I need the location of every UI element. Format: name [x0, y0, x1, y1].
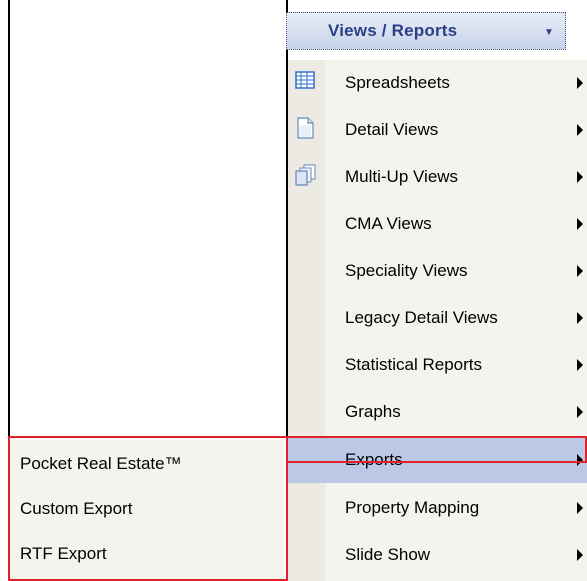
submenu-arrow-icon	[577, 312, 583, 324]
views-reports-menu: Spreadsheets Detail Views Multi-Up Views…	[288, 60, 587, 581]
submenu-arrow-icon	[577, 218, 583, 230]
submenu-arrow-icon	[577, 265, 583, 277]
menu-item-detail-views[interactable]: Detail Views	[288, 107, 587, 154]
menu-item-exports[interactable]: Exports	[288, 438, 587, 483]
menu-item-property-mapping[interactable]: Property Mapping	[288, 485, 587, 532]
submenu-item-label: RTF Export	[20, 544, 107, 563]
submenu-arrow-icon	[577, 124, 583, 136]
menu-item-multi-up-views[interactable]: Multi-Up Views	[288, 154, 587, 201]
menu-item-legacy-detail-views[interactable]: Legacy Detail Views	[288, 295, 587, 342]
dropdown-arrow-icon: ▼	[544, 27, 554, 38]
menu-item-label: Multi-Up Views	[345, 167, 459, 186]
menu-item-label: CMA Views	[345, 214, 432, 233]
menu-item-label: Legacy Detail Views	[345, 308, 498, 327]
menu-item-label: Exports	[345, 450, 403, 469]
spreadsheet-icon	[295, 70, 315, 92]
left-border	[8, 0, 10, 438]
document-icon	[295, 117, 315, 139]
submenu-arrow-icon	[577, 502, 583, 514]
stacked-documents-icon	[295, 164, 316, 186]
menu-item-label: Spreadsheets	[345, 73, 450, 92]
submenu-arrow-icon	[577, 77, 583, 89]
menu-item-speciality-views[interactable]: Speciality Views	[288, 248, 587, 295]
submenu-item-label: Custom Export	[20, 499, 133, 518]
submenu-item-rtf-export[interactable]: RTF Export	[10, 532, 284, 577]
menu-item-label: Detail Views	[345, 120, 439, 139]
submenu-item-pocket-real-estate[interactable]: Pocket Real Estate™	[10, 442, 284, 487]
exports-submenu: Pocket Real Estate™ Custom Export RTF Ex…	[10, 440, 284, 581]
submenu-arrow-icon	[577, 406, 583, 418]
menu-item-label: Property Mapping	[345, 498, 480, 517]
menu-item-graphs[interactable]: Graphs	[288, 389, 587, 436]
menu-item-label: Speciality Views	[345, 261, 468, 280]
menu-item-slide-show[interactable]: Slide Show	[288, 532, 587, 579]
screenshot-frame: Views / Reports ▼ Spreadsheets Detail Vi…	[0, 0, 587, 581]
submenu-arrow-icon	[577, 359, 583, 371]
submenu-arrow-icon	[577, 549, 583, 561]
menu-item-label: Graphs	[345, 402, 401, 421]
submenu-arrow-icon	[577, 171, 583, 183]
submenu-item-label: Pocket Real Estate™	[20, 454, 182, 473]
submenu-arrow-icon	[577, 454, 583, 466]
menu-item-label: Slide Show	[345, 545, 431, 564]
menu-item-label: Statistical Reports	[345, 355, 482, 374]
views-reports-label: Views / Reports	[328, 21, 458, 40]
views-reports-dropdown-button[interactable]: Views / Reports ▼	[286, 12, 566, 50]
menu-item-statistical-reports[interactable]: Statistical Reports	[288, 342, 587, 389]
submenu-item-custom-export[interactable]: Custom Export	[10, 487, 284, 532]
menu-item-cma-views[interactable]: CMA Views	[288, 201, 587, 248]
menu-item-spreadsheets[interactable]: Spreadsheets	[288, 60, 587, 107]
